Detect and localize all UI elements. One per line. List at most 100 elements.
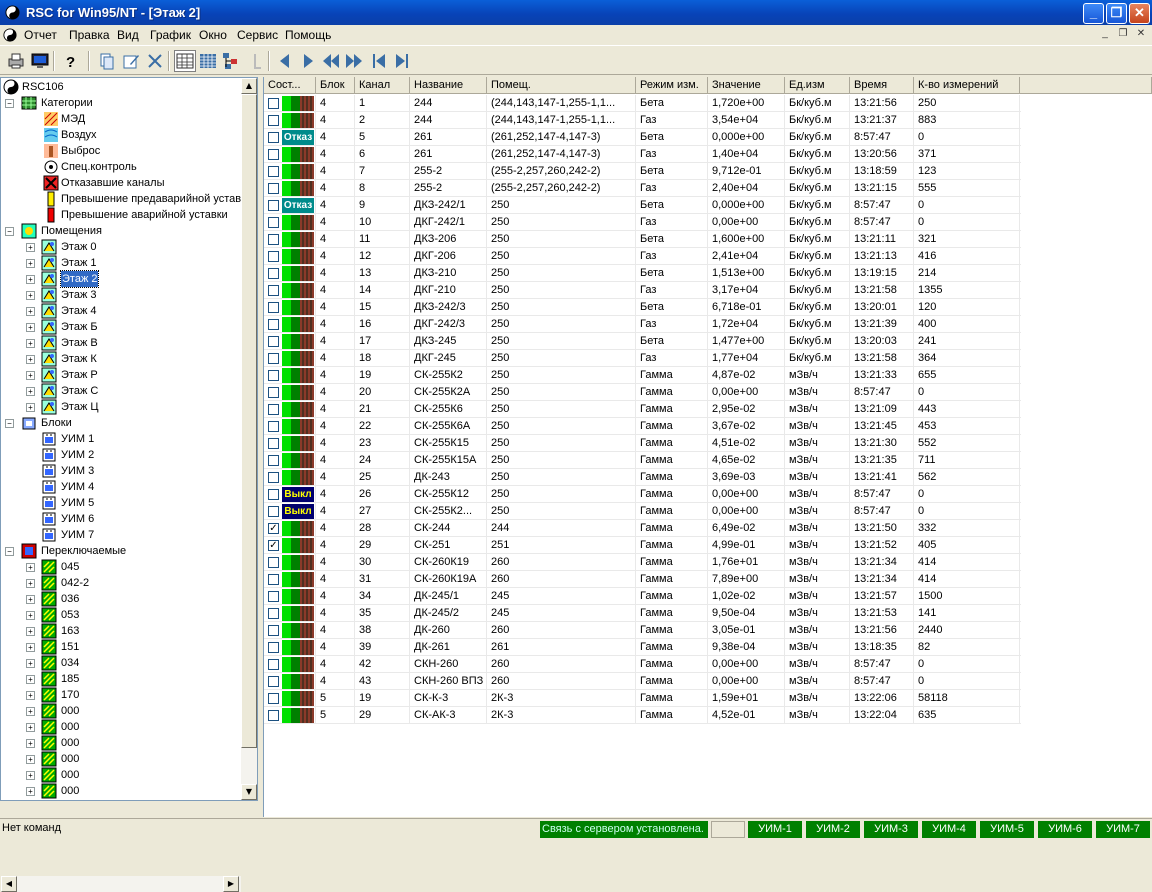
table-row[interactable]: 4 34 ДК-245/1 245 Гамма 1,02e-02 мЗв/ч 13:21:57… — [264, 588, 1021, 605]
table-row[interactable]: 4 23 СК-255К15 250 Гамма 4,51e-02 мЗв/ч 13:21:3… — [264, 435, 1021, 452]
tree-item-switchable[interactable]: +170 — [1, 687, 241, 703]
maximize-button[interactable]: ❐ — [1106, 3, 1127, 24]
row-checkbox[interactable] — [268, 404, 279, 415]
table-row[interactable]: 4 1 244 (244,143,147-1,255-1,1... Бета 1,720e… — [264, 95, 1021, 112]
expand-icon[interactable]: + — [26, 579, 35, 588]
table-row[interactable]: Отказ 4 9 ДКЗ-242/1 250 Бета 0,000e+00 Бк/куб.м… — [264, 197, 1021, 214]
tree-root[interactable]: RSC106 — [1, 79, 241, 95]
table-row[interactable]: 4 20 СК-255К2А 250 Гамма 0,00e+00 мЗв/ч 8:57:47… — [264, 384, 1021, 401]
row-checkbox[interactable] — [268, 234, 279, 245]
expand-icon[interactable]: + — [26, 563, 35, 572]
menu-service[interactable]: Сервис — [235, 27, 280, 43]
table-row[interactable]: 4 43 СКН-260 ВПЗ 260 Гамма 0,00e+00 мЗв/ч 8:57:… — [264, 673, 1021, 690]
scroll-left-button[interactable]: ◀ — [1, 876, 17, 892]
expand-icon[interactable]: + — [26, 707, 35, 716]
table-row[interactable]: 4 31 СК-260К19А 260 Гамма 7,89e+00 мЗв/ч 13:21:… — [264, 571, 1021, 588]
tree-item-switchable[interactable]: +163 — [1, 623, 241, 639]
table-row[interactable]: 4 17 ДКЗ-245 250 Бета 1,477e+00 Бк/куб.м 13:20:… — [264, 333, 1021, 350]
table-row[interactable]: Выкл 4 26 СК-255К12 250 Гамма 0,00e+00 мЗв/ч 8:5… — [264, 486, 1021, 503]
tree-item-floor[interactable]: + Этаж К — [1, 351, 241, 367]
tree-item-category[interactable]: Спец.контроль — [1, 159, 241, 175]
expand-icon[interactable]: + — [26, 595, 35, 604]
menu-report[interactable]: Отчет — [22, 27, 59, 43]
row-checkbox[interactable] — [268, 591, 279, 602]
menu-help[interactable]: Помощь — [283, 27, 333, 43]
column-header[interactable]: Режим изм. — [636, 77, 708, 94]
row-checkbox[interactable] — [268, 455, 279, 466]
tree-item-floor[interactable]: + Этаж С — [1, 383, 241, 399]
tree-item-switchable[interactable]: +000 — [1, 735, 241, 751]
tree-item-switchable[interactable]: +000 — [1, 783, 241, 799]
table-row[interactable]: ✓ 4 29 СК-251 251 Гамма 4,99e-01 мЗв/ч 13:21:52 4… — [264, 537, 1021, 554]
collapse-icon[interactable]: − — [5, 227, 14, 236]
expand-icon[interactable]: + — [26, 627, 35, 636]
mdi-close-button[interactable]: ✕ — [1134, 28, 1148, 41]
tree-item-switchable[interactable]: +151 — [1, 639, 241, 655]
expand-icon[interactable]: + — [26, 771, 35, 780]
expand-icon[interactable]: + — [26, 291, 35, 300]
table-row[interactable]: 4 13 ДКЗ-210 250 Бета 1,513e+00 Бк/куб.м 13:19:… — [264, 265, 1021, 282]
column-header[interactable]: К-во измерений — [914, 77, 1020, 94]
first-icon[interactable] — [368, 50, 390, 72]
row-checkbox[interactable] — [268, 370, 279, 381]
expand-icon[interactable]: + — [26, 611, 35, 620]
delete-icon[interactable] — [144, 50, 166, 72]
row-checkbox[interactable] — [268, 183, 279, 194]
fast-forward-icon[interactable] — [343, 50, 365, 72]
copy-icon[interactable] — [96, 50, 118, 72]
tree-item-category[interactable]: Превышение предаварийной уставки — [1, 191, 241, 207]
tree-item-switchable[interactable]: +000 — [1, 751, 241, 767]
row-checkbox[interactable] — [268, 506, 279, 517]
row-checkbox[interactable] — [268, 217, 279, 228]
table-row[interactable]: 4 21 СК-255К6 250 Гамма 2,95e-02 мЗв/ч 13:21:09… — [264, 401, 1021, 418]
table-row[interactable]: 4 15 ДКЗ-242/3 250 Бета 6,718e-01 Бк/куб.м 13:2… — [264, 299, 1021, 316]
expand-icon[interactable]: + — [26, 355, 35, 364]
tree-item-uim[interactable]: УИМ 2 — [1, 447, 241, 463]
column-header[interactable]: Блок — [316, 77, 355, 94]
row-checkbox[interactable] — [268, 319, 279, 330]
tree-item-uim[interactable]: УИМ 7 — [1, 527, 241, 543]
column-header[interactable]: Ед.изм — [785, 77, 850, 94]
table-row[interactable]: ✓ 4 28 СК-244 244 Гамма 6,49e-02 мЗв/ч 13:21:50 3… — [264, 520, 1021, 537]
table-row[interactable]: 4 19 СК-255К2 250 Гамма 4,87e-02 мЗв/ч 13:21:33… — [264, 367, 1021, 384]
expand-icon[interactable]: + — [26, 259, 35, 268]
column-header[interactable]: Значение — [708, 77, 785, 94]
row-checkbox[interactable] — [268, 472, 279, 483]
menu-window[interactable]: Окно — [197, 27, 229, 43]
tree-item-switchable[interactable]: +045 — [1, 559, 241, 575]
table-row[interactable]: 4 6 261 (261,252,147-4,147-3) Газ 1,40e+04 Бк/… — [264, 146, 1021, 163]
expand-icon[interactable]: + — [26, 723, 35, 732]
tree-item-uim[interactable]: УИМ 4 — [1, 479, 241, 495]
menu-edit[interactable]: Правка — [67, 27, 112, 43]
tree-item-category[interactable]: Выброс — [1, 143, 241, 159]
tree-item-category[interactable]: Воздух — [1, 127, 241, 143]
grid-view-icon[interactable] — [197, 50, 219, 72]
table-row[interactable]: 4 16 ДКГ-242/3 250 Газ 1,72e+04 Бк/куб.м 13:21:… — [264, 316, 1021, 333]
row-checkbox[interactable]: ✓ — [268, 540, 279, 551]
prev-icon[interactable] — [274, 50, 296, 72]
tree-item-floor[interactable]: + Этаж Р — [1, 367, 241, 383]
table-row[interactable]: 4 22 СК-255К6А 250 Гамма 3,67e-02 мЗв/ч 13:21:4… — [264, 418, 1021, 435]
table-row[interactable]: Отказ 4 5 261 (261,252,147-4,147-3) Бета 0,000… — [264, 129, 1021, 146]
tree-item-uim[interactable]: УИМ 6 — [1, 511, 241, 527]
table-view-icon[interactable] — [174, 50, 196, 72]
row-checkbox[interactable] — [268, 166, 279, 177]
print-icon[interactable] — [5, 50, 27, 72]
table-row[interactable]: 4 12 ДКГ-206 250 Газ 2,41e+04 Бк/куб.м 13:21:13… — [264, 248, 1021, 265]
expand-icon[interactable]: + — [26, 659, 35, 668]
column-header[interactable]: Канал — [355, 77, 410, 94]
scroll-right-button[interactable]: ▶ — [223, 876, 239, 892]
edit-icon[interactable] — [120, 50, 142, 72]
tree-item-floor[interactable]: + Этаж 2 — [1, 270, 241, 288]
tree-item-switchable[interactable]: +000 — [1, 719, 241, 735]
menu-chart[interactable]: График — [148, 27, 193, 43]
table-row[interactable]: 4 10 ДКГ-242/1 250 Газ 0,00e+00 Бк/куб.м 8:57:4… — [264, 214, 1021, 231]
tree-item-switchable[interactable]: +185 — [1, 671, 241, 687]
tree-item-floor[interactable]: + Этаж 0 — [1, 239, 241, 255]
table-row[interactable]: Выкл 4 27 СК-255К2... 250 Гамма 0,00e+00 мЗв/ч 8… — [264, 503, 1021, 520]
table-row[interactable]: 4 24 СК-255К15А 250 Гамма 4,65e-02 мЗв/ч 13:21:… — [264, 452, 1021, 469]
tree-item-uim[interactable]: УИМ 3 — [1, 463, 241, 479]
row-checkbox[interactable] — [268, 642, 279, 653]
table-row[interactable]: 5 19 СК-К-3 2К-3 Гамма 1,59e+01 мЗв/ч 13:22:06 5… — [264, 690, 1021, 707]
tree-group-switchable[interactable]: − Переключаемые — [1, 543, 241, 559]
